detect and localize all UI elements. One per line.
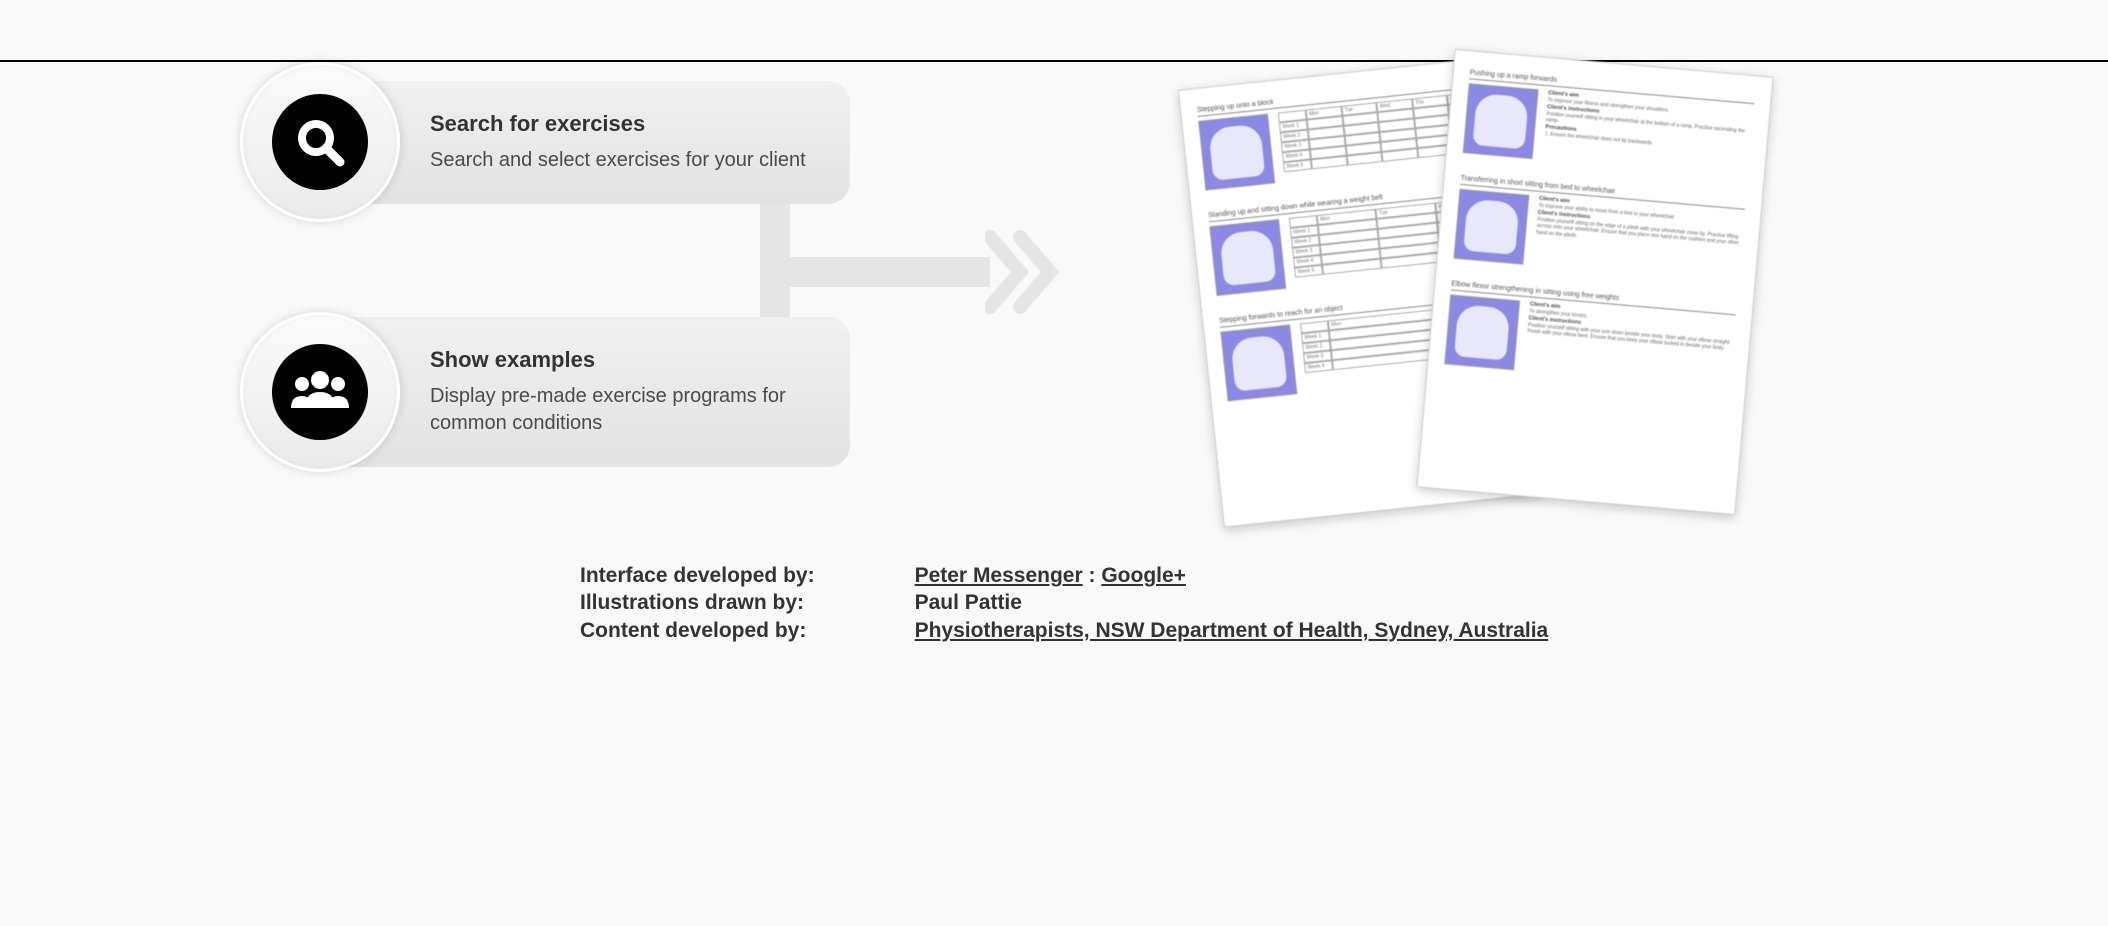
main-content: Search for exercises Search and select e… (0, 62, 2108, 472)
credit-sep: : (1083, 564, 1102, 587)
search-icon (272, 94, 368, 190)
search-action-button[interactable] (240, 62, 400, 222)
credit-label: Content developed by: (580, 617, 815, 644)
people-group-icon (272, 344, 368, 440)
arrow-chevrons-icon (985, 227, 1075, 317)
credit-label: Interface developed by: (580, 562, 815, 589)
credit-label: Illustrations drawn by: (580, 589, 815, 616)
card-title: Search for exercises (430, 111, 810, 137)
interface-developer-link[interactable]: Peter Messenger (915, 564, 1083, 587)
exercise-sheet-instructions: Pushing up a ramp forwardsClient's aimTo… (1416, 49, 1773, 515)
flow-connector (780, 192, 1020, 332)
card-title: Show examples (430, 347, 810, 373)
content-developer-link[interactable]: Physiotherapists, NSW Department of Heal… (915, 619, 1549, 642)
credits-labels: Interface developed by: Illustrations dr… (580, 562, 815, 644)
google-plus-link[interactable]: Google+ (1101, 564, 1186, 587)
card-desc: Search and select exercises for your cli… (430, 147, 810, 174)
card-desc: Display pre-made exercise programs for c… (430, 383, 810, 437)
examples-action-button[interactable] (240, 312, 400, 472)
action-row-examples: Show examples Display pre-made exercise … (240, 312, 2108, 472)
illustrator-name: Paul Pattie (915, 591, 1022, 614)
action-row-search: Search for exercises Search and select e… (240, 62, 2108, 222)
document-preview: Stepping up onto a blockMonTueWedThuFriW… (1180, 52, 1800, 582)
